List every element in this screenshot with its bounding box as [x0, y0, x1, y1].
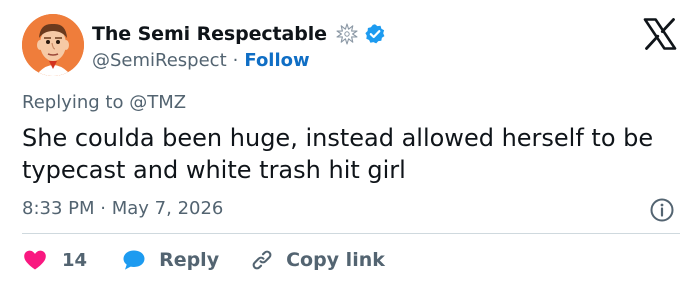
tweet-text: She coulda been huge, instead allowed he… — [22, 124, 654, 184]
copy-link-label: Copy link — [286, 249, 385, 271]
replying-to-line: Replying to @TMZ — [22, 92, 186, 113]
avatar[interactable] — [22, 14, 84, 76]
reply-label: Reply — [159, 249, 220, 271]
timestamp-separator: · — [100, 198, 106, 219]
follow-button[interactable]: Follow — [244, 50, 309, 71]
action-bar: 14 Reply Copy link — [22, 245, 385, 275]
speech-bubble-icon — [121, 247, 147, 273]
x-logo-icon[interactable] — [643, 18, 677, 50]
replying-to-prefix: Replying to — [22, 92, 124, 113]
tweet-card: The Semi Respectable @SemiRespect · Foll… — [0, 0, 700, 287]
tweet-timestamp[interactable]: 8:33 PM · May 7, 2026 — [22, 198, 223, 219]
link-icon — [249, 247, 275, 273]
info-icon[interactable] — [649, 197, 675, 223]
divider — [22, 233, 680, 234]
author-handle-row: @SemiRespect · Follow — [92, 48, 310, 72]
avatar-cartoon-face-icon — [22, 14, 84, 76]
author-name-row: The Semi Respectable — [92, 20, 386, 48]
burst-badge-icon — [336, 23, 358, 45]
reply-to-mention[interactable]: @TMZ — [129, 92, 186, 113]
verified-check-icon — [364, 23, 386, 45]
copy-link-button[interactable]: Copy link — [249, 247, 385, 273]
reply-button[interactable]: Reply — [121, 247, 219, 273]
heart-icon — [22, 247, 48, 273]
tweet-date: May 7, 2026 — [111, 198, 224, 219]
handle-separator: · — [232, 49, 239, 71]
author-display-name[interactable]: The Semi Respectable — [92, 23, 327, 45]
like-count: 14 — [62, 249, 88, 271]
author-handle[interactable]: @SemiRespect — [92, 50, 227, 71]
like-button[interactable]: 14 — [22, 247, 87, 273]
tweet-time: 8:33 PM — [22, 198, 95, 219]
